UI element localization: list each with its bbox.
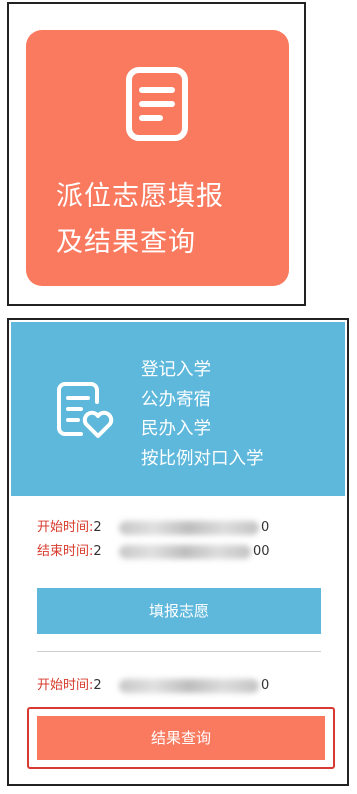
fill-start-time: 开始时间:2: [37, 520, 102, 536]
result-start-time: 开始时间:2: [37, 678, 102, 694]
result-query-highlight: 结果查询: [27, 707, 335, 769]
result-start-value: 2: [93, 678, 102, 693]
divider: [37, 651, 321, 652]
start-time-tail: 0: [261, 520, 270, 535]
redacted-date: [119, 679, 259, 693]
result-start-label: 开始时间:: [37, 678, 94, 693]
start-time-label: 开始时间:: [37, 520, 94, 535]
result-query-button[interactable]: 结果查询: [37, 716, 325, 760]
form-heart-icon: [57, 382, 114, 438]
end-time-label: 结束时间:: [37, 544, 94, 559]
redacted-date: [119, 521, 259, 535]
category-panel: 登记入学 公办寄宿 民办入学 按比例对口入学: [11, 322, 345, 496]
category-item: 民办入学: [141, 419, 211, 439]
category-item: 登记入学: [141, 360, 211, 380]
volunteer-query-card[interactable]: 派位志愿填报 及结果查询: [7, 2, 306, 306]
start-time-value: 2: [93, 520, 102, 535]
enrollment-card: 登记入学 公办寄宿 民办入学 按比例对口入学 开始时间:2 0 结束时间:2 0…: [7, 318, 349, 786]
category-item: 公办寄宿: [141, 389, 211, 410]
category-item: 按比例对口入学: [141, 448, 264, 469]
end-time-value: 2: [93, 544, 102, 559]
category-list: 登记入学 公办寄宿 民办入学 按比例对口入学: [141, 356, 264, 474]
volunteer-query-tile[interactable]: 派位志愿填报 及结果查询: [26, 30, 289, 286]
tile-title-line1: 派位志愿填报: [56, 181, 224, 212]
fill-end-time: 结束时间:2: [37, 544, 102, 560]
fill-volunteer-button[interactable]: 填报志愿: [37, 588, 321, 634]
end-time-tail: 00: [253, 544, 270, 559]
tile-title-line2: 及结果查询: [56, 227, 196, 258]
redacted-date: [119, 545, 251, 559]
document-icon: [126, 67, 188, 141]
result-start-tail: 0: [261, 678, 270, 693]
